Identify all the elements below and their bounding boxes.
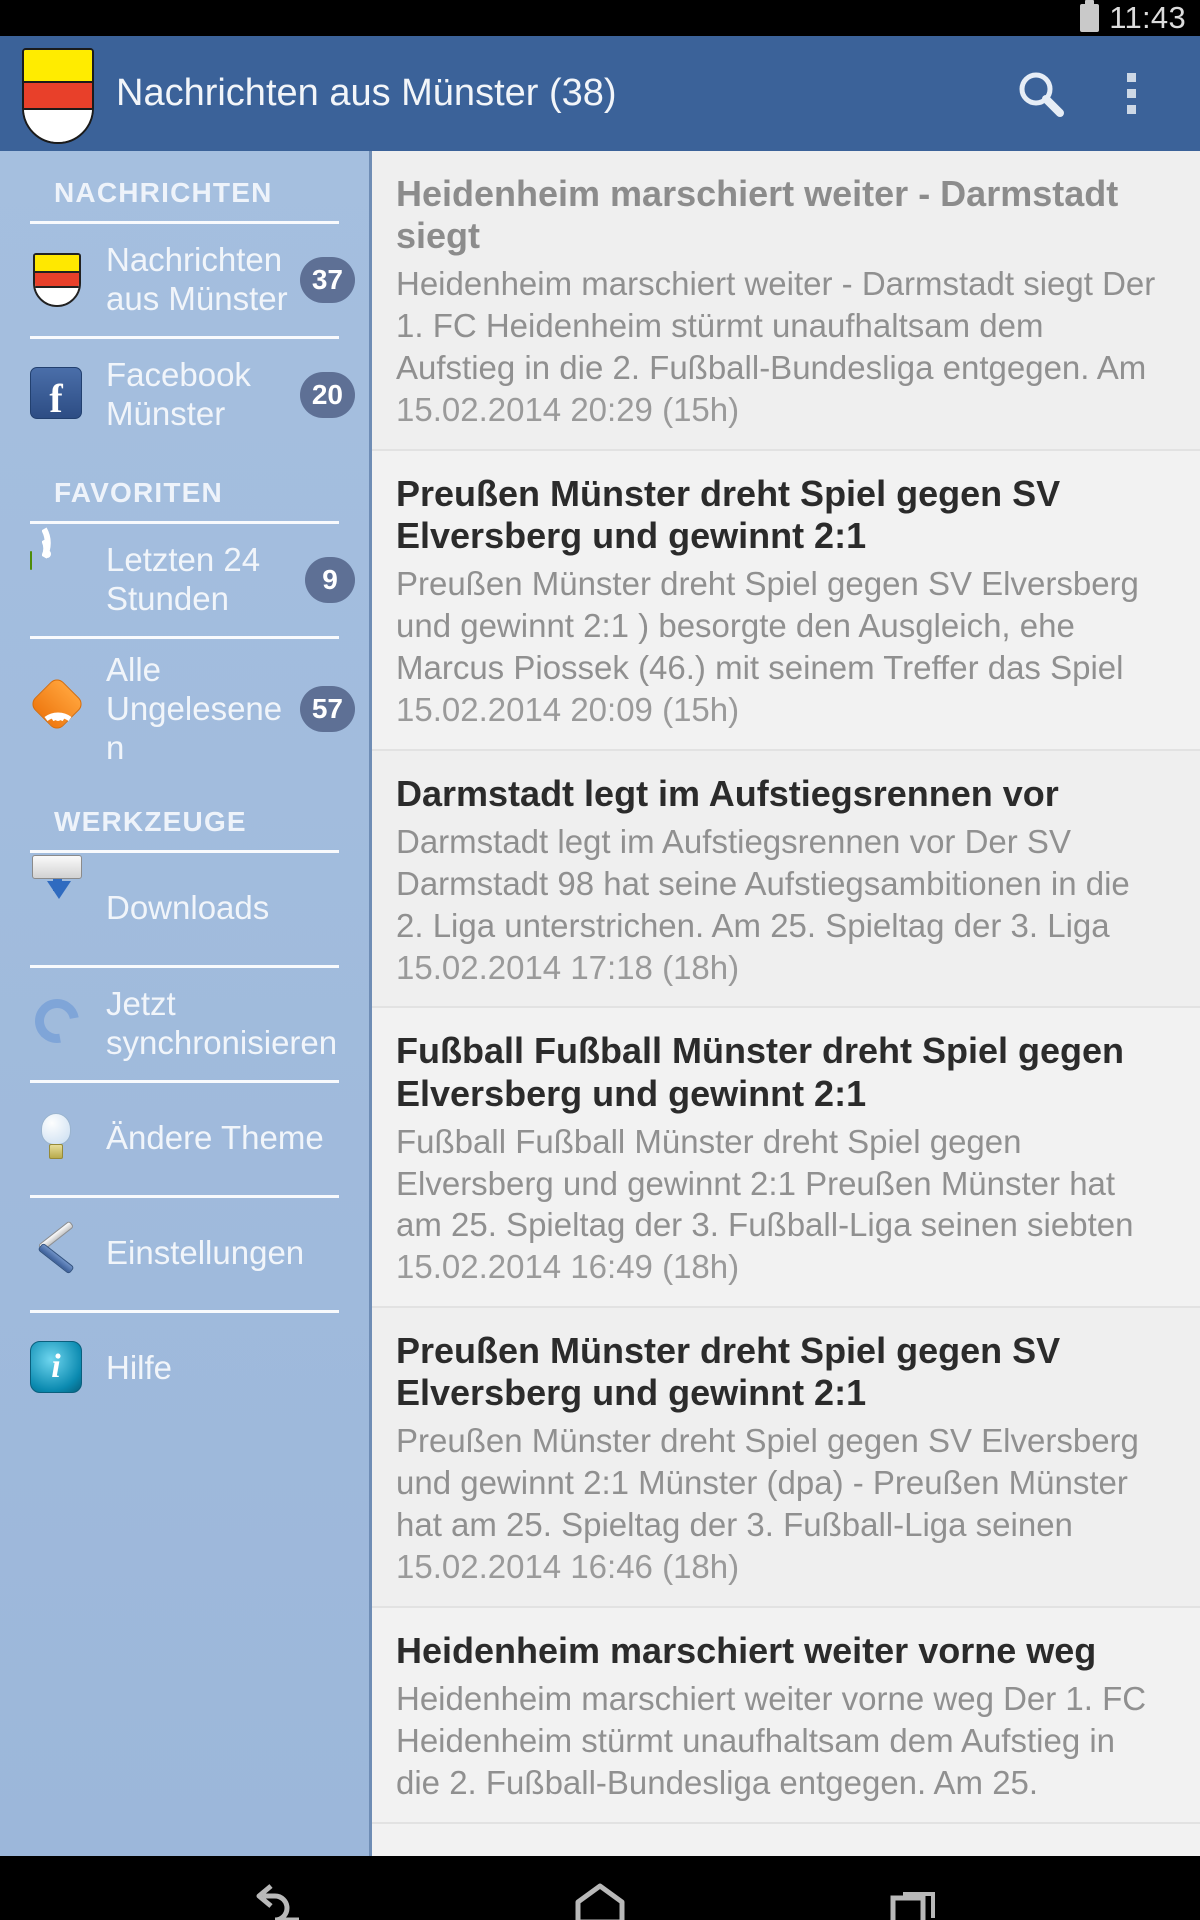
facebook-icon: f [30, 367, 86, 423]
list-item[interactable]: Fußball Fußball Münster dreht Spiel gege… [372, 1008, 1200, 1309]
article-snippet: Heidenheim marschiert weiter vorne weg D… [396, 1680, 1147, 1802]
sidebar-item-label: Jetzt synchronisieren [106, 984, 338, 1061]
article-snippet: Preußen Münster dreht Spiel gegen SV Elv… [396, 1422, 1139, 1544]
navigation-drawer[interactable]: NACHRICHTEN Nachrichten aus Münster 37 f… [0, 151, 372, 1856]
unread-badge: 57 [299, 686, 355, 733]
article-date: 15.02.2014 17:18 (18h) [396, 948, 740, 986]
muenster-crest-icon [30, 252, 86, 308]
sidebar-item-alle-ungelesenen[interactable]: Alle Ungelesenen 57 [0, 639, 369, 780]
article-title: Preußen Münster dreht Spiel gegen SV Elv… [396, 472, 1061, 556]
sidebar-item-label: Hilfe [106, 1349, 173, 1387]
list-item[interactable]: Darmstadt legt im Aufstiegsrennen vor Da… [372, 750, 1200, 1009]
sidebar-item-aendere-theme[interactable]: Ändere Theme [0, 1083, 369, 1195]
back-icon[interactable] [230, 1871, 340, 1920]
sidebar-item-nachrichten-aus-muenster[interactable]: Nachrichten aus Münster 37 [0, 224, 369, 336]
sidebar-item-jetzt-synchronisieren[interactable]: Jetzt synchronisieren [0, 968, 369, 1080]
rss-orange-icon [28, 676, 86, 737]
article-list[interactable]: Heidenheim marschiert weiter - Darmstadt… [372, 151, 1200, 1856]
sidebar-section-heading-nachrichten: NACHRICHTEN [54, 177, 273, 208]
article-snippet: Darmstadt legt im Aufstiegsrennen vor De… [396, 822, 1130, 944]
main-body: NACHRICHTEN Nachrichten aus Münster 37 f… [0, 151, 1200, 1856]
list-item[interactable]: Preußen Münster dreht Spiel gegen SV Elv… [372, 1308, 1200, 1609]
android-nav-bar [0, 1856, 1200, 1920]
article-title: Fußball Fußball Münster dreht Spiel gege… [396, 1030, 1125, 1114]
sidebar-item-label: Ändere Theme [106, 1119, 324, 1157]
article-title: Preußen Münster dreht Spiel gegen SV Elv… [396, 1330, 1061, 1414]
article-snippet: Preußen Münster dreht Spiel gegen SV Elv… [396, 565, 1139, 686]
search-icon[interactable] [996, 49, 1086, 139]
sidebar-item-einstellungen[interactable]: Einstellungen [0, 1198, 369, 1310]
info-icon: i [30, 1340, 86, 1397]
article-snippet: Fußball Fußball Münster dreht Spiel gege… [396, 1122, 1134, 1244]
sidebar-item-label: Downloads [106, 889, 270, 927]
sidebar-item-label: Nachrichten aus Münster [106, 241, 288, 317]
unread-badge: 37 [299, 257, 355, 303]
status-bar-clock: 11:43 [1109, 0, 1186, 35]
sidebar-section-heading-werkzeuge: WERKZEUGE [54, 805, 247, 837]
list-item[interactable]: Heidenheim marschiert weiter vorne weg H… [372, 1608, 1200, 1824]
recent-apps-icon[interactable] [860, 1871, 970, 1920]
article-date: 15.02.2014 20:09 (15h) [396, 690, 740, 728]
tools-icon [30, 1220, 86, 1282]
article-title: Heidenheim marschiert weiter vorne weg [396, 1630, 1097, 1672]
muenster-crest-icon[interactable] [22, 47, 94, 144]
article-date: 15.02.2014 16:46 (18h) [396, 1548, 740, 1586]
article-snippet: Heidenheim marschiert weiter - Darmstadt… [396, 265, 1156, 387]
lightbulb-icon [30, 1111, 86, 1167]
unread-badge: 20 [299, 372, 355, 418]
sidebar-item-label: Einstellungen [106, 1234, 305, 1272]
article-date: 15.02.2014 20:29 (15h) [396, 390, 740, 428]
overflow-menu-icon[interactable] [1086, 49, 1176, 139]
list-item[interactable]: Heidenheim marschiert weiter - Darmstadt… [372, 151, 1200, 451]
battery-icon [1080, 0, 1100, 32]
sidebar-item-label: Facebook Münster [106, 356, 251, 432]
sidebar-item-letzten-24-stunden[interactable]: Letzten 24 Stunden 9 [0, 524, 369, 636]
article-date: 15.02.2014 16:49 (18h) [396, 1248, 740, 1286]
sidebar-item-hilfe[interactable]: i Hilfe [0, 1313, 369, 1425]
page-title: Nachrichten aus Münster (38) [116, 72, 617, 114]
rss-green-icon [30, 527, 86, 608]
sidebar-section-heading-favoriten: FAVORITEN [54, 477, 223, 508]
article-title: Darmstadt legt im Aufstiegsrennen vor [396, 772, 1059, 814]
sync-icon [26, 990, 88, 1052]
article-title: Heidenheim marschiert weiter - Darmstadt… [396, 173, 1119, 257]
unread-badge: 9 [305, 557, 355, 603]
home-icon[interactable] [545, 1871, 655, 1920]
download-icon [30, 854, 86, 937]
sidebar-item-downloads[interactable]: Downloads [0, 853, 369, 965]
action-bar: Nachrichten aus Münster (38) [0, 36, 1200, 151]
list-item[interactable]: Preußen Münster dreht Spiel gegen SV Elv… [372, 451, 1200, 751]
sidebar-item-label: Letzten 24 Stunden [106, 541, 261, 617]
sidebar-item-label: Alle Ungelesenen [106, 651, 283, 766]
status-bar: 11:43 [0, 0, 1200, 36]
sidebar-item-facebook-muenster[interactable]: f Facebook Münster 20 [0, 339, 369, 451]
